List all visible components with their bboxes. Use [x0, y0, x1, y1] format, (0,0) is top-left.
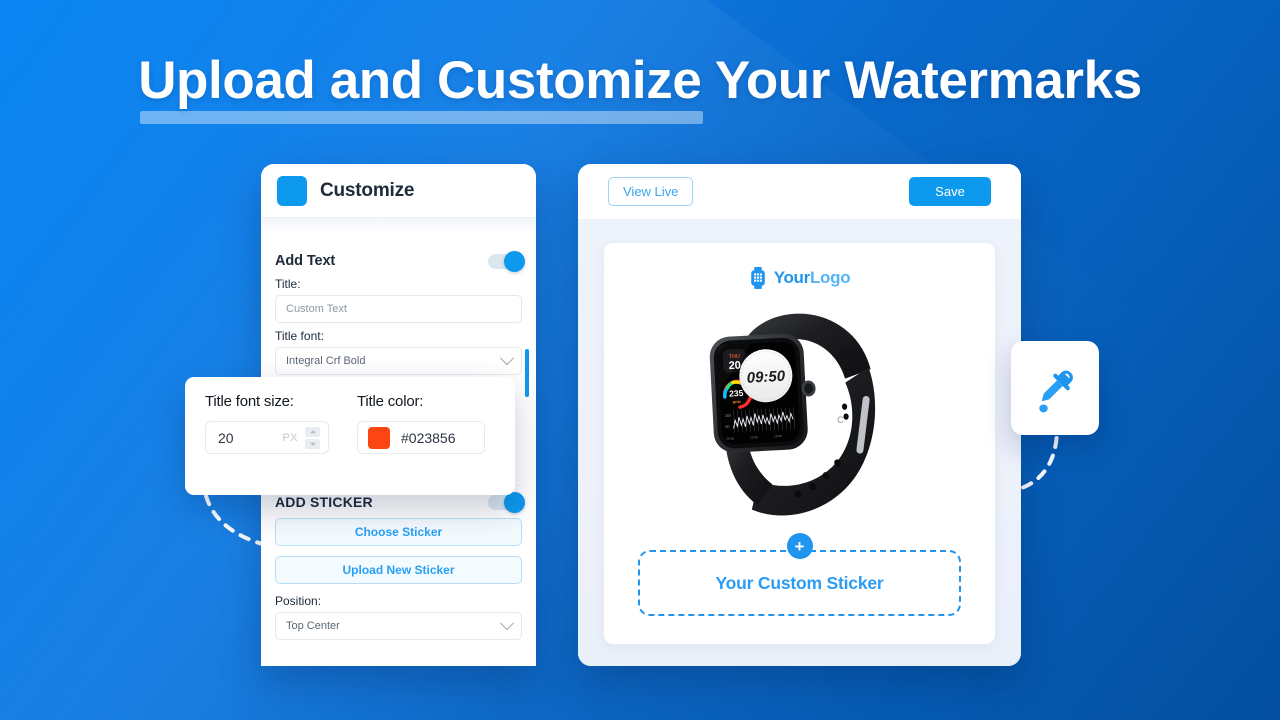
- page-title-highlight: Upload and Customize: [138, 46, 704, 124]
- caret-down-icon[interactable]: [305, 438, 320, 449]
- preview-toolbar: View Live Save: [578, 164, 1021, 219]
- font-size-group: Title font size: 20 PX: [205, 393, 329, 479]
- chevron-down-icon: [499, 616, 515, 631]
- upload-new-sticker-button[interactable]: Upload New Sticker: [275, 556, 522, 584]
- view-live-button[interactable]: View Live: [608, 177, 694, 206]
- customize-panel-title: Customize: [320, 179, 415, 201]
- preview-canvas: YourLogo C THU 20 235 BPM 200 80 2h 00 1…: [604, 243, 995, 644]
- title-field-label: Title:: [275, 277, 301, 291]
- preview-stage: YourLogo C THU 20 235 BPM 200 80 2h 00 1…: [578, 219, 1021, 666]
- add-sticker-toggle[interactable]: [488, 491, 525, 513]
- header-divider: [261, 217, 536, 235]
- panel-scrollbar[interactable]: [525, 349, 529, 397]
- smartwatch-illustration: C THU 20 235 BPM 200 80 2h 00 12 00 18 0…: [709, 313, 875, 516]
- page-title-rest: Your Watermarks: [701, 51, 1142, 110]
- font-size-stepper[interactable]: 20 PX: [205, 421, 329, 454]
- customize-panel-header: Customize: [261, 164, 536, 217]
- watermark-logo-text-light: Logo: [809, 268, 851, 287]
- title-font-value: Integral Crf Bold: [286, 355, 366, 367]
- svg-text:200: 200: [724, 414, 730, 418]
- preview-panel: View Live Save YourLogo C THU 20 235 BPM…: [578, 164, 1021, 666]
- eyedropper-icon: [1039, 370, 1073, 413]
- title-input[interactable]: Custom Text: [275, 295, 522, 323]
- add-sticker-row: ADD STICKER: [275, 491, 525, 513]
- plus-icon[interactable]: +: [786, 533, 813, 559]
- add-text-toggle[interactable]: [488, 250, 525, 272]
- svg-text:12 00: 12 00: [749, 435, 757, 439]
- svg-text:80: 80: [725, 425, 729, 429]
- sticker-label: Your Custom Sticker: [715, 572, 884, 593]
- choose-sticker-button[interactable]: Choose Sticker: [275, 518, 522, 546]
- custom-sticker-placeholder[interactable]: Your Custom Sticker +: [638, 533, 961, 616]
- screenshot-stage: Upload and Customize Your Watermarks Cus…: [0, 0, 1280, 720]
- svg-text:2h 00: 2h 00: [725, 436, 733, 440]
- eyedropper-tool-card[interactable]: [1011, 341, 1099, 435]
- position-select[interactable]: Top Center: [275, 612, 522, 640]
- svg-text:BPM: BPM: [732, 400, 740, 404]
- title-font-label: Title font:: [275, 329, 324, 343]
- add-sticker-label: ADD STICKER: [275, 494, 373, 510]
- caret-up-icon[interactable]: [305, 426, 320, 437]
- position-label: Position:: [275, 594, 322, 608]
- text-style-popup: Title font size: 20 PX Title color: #023…: [185, 377, 515, 495]
- watermark-logo-text-bold: Your: [773, 268, 811, 287]
- title-color-group: Title color: #023856: [357, 393, 485, 479]
- color-swatch[interactable]: [368, 426, 390, 449]
- font-size-value: 20: [218, 429, 234, 446]
- add-text-label: Add Text: [275, 253, 336, 269]
- add-text-row: Add Text: [275, 250, 525, 272]
- stepper-buttons: [305, 426, 320, 449]
- svg-text:235: 235: [728, 388, 743, 399]
- svg-text:09:50: 09:50: [746, 368, 786, 387]
- chevron-down-icon: [499, 351, 515, 366]
- title-color-picker[interactable]: #023856: [357, 421, 485, 454]
- app-square-icon: [277, 175, 307, 206]
- page-title: Upload and Customize Your Watermarks: [0, 46, 1280, 124]
- smartwatch-icon: [750, 267, 765, 289]
- page-title-text: Upload and Customize Your Watermarks: [138, 46, 1142, 124]
- title-color-label: Title color:: [357, 393, 424, 410]
- svg-text:C: C: [837, 415, 845, 425]
- sticker-dashed-box: Your Custom Sticker: [638, 550, 961, 616]
- svg-text:18 00: 18 00: [773, 434, 781, 438]
- color-hex-value: #023856: [401, 429, 456, 446]
- product-image-smartwatch: C THU 20 235 BPM 200 80 2h 00 12 00 18 0…: [689, 296, 911, 537]
- add-text-toggle-knob: [504, 250, 525, 272]
- font-size-label: Title font size:: [205, 393, 294, 410]
- save-button[interactable]: Save: [909, 177, 991, 206]
- position-value: Top Center: [286, 620, 340, 632]
- watermark-logo-text: YourLogo: [774, 268, 851, 288]
- title-font-select[interactable]: Integral Crf Bold: [275, 347, 522, 375]
- font-size-unit: PX: [282, 431, 298, 444]
- watermark-logo: YourLogo: [604, 267, 995, 289]
